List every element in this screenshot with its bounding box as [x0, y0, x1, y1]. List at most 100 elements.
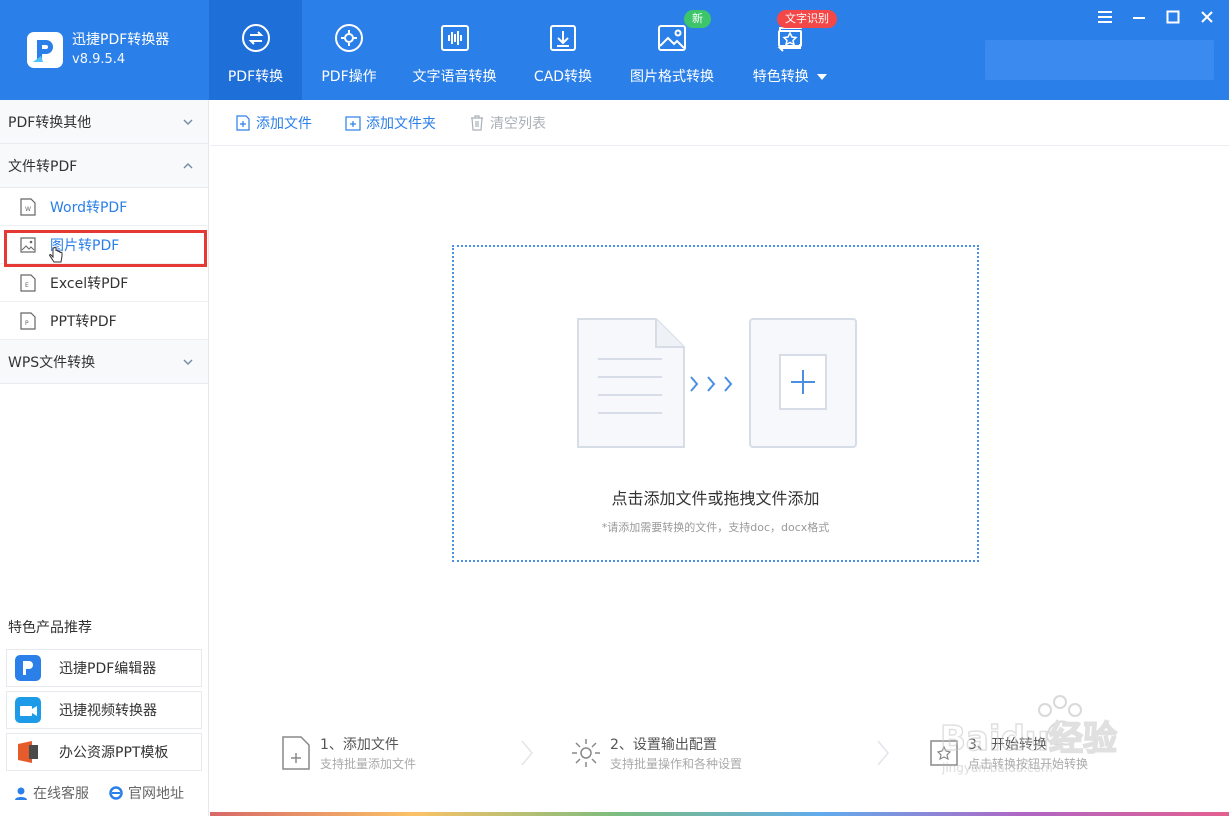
pdf-editor-icon: [15, 655, 41, 681]
app-logo-icon: [27, 32, 63, 68]
svg-text:W: W: [25, 206, 31, 213]
link-label: 官网地址: [128, 786, 184, 802]
tab-label: CAD转换: [533, 69, 593, 85]
svg-text:E: E: [25, 282, 29, 289]
customer-service-icon: [15, 787, 27, 800]
video-converter-icon: [15, 697, 41, 723]
promo-ppt-template[interactable]: 办公资源PPT模板: [6, 733, 202, 771]
main-nav: PDF转换 PDF操作 文字语音转换 CAD转换 图片格式转换 新 特色转换 文…: [209, 0, 849, 100]
sidebar-item-label: Excel转PDF: [50, 275, 129, 292]
sidebar-item-image-to-pdf[interactable]: 图片转PDF: [0, 226, 208, 264]
pdf-operate-icon: [335, 24, 363, 52]
baidu-watermark: Baidu经验 jingyan.baidu.com: [939, 690, 1170, 780]
tab-label: 图片格式转换: [630, 69, 714, 85]
step-sub: 支持批量添加文件: [320, 757, 417, 771]
promo-label: 迅捷视频转换器: [59, 703, 157, 719]
maximize-icon[interactable]: [1165, 8, 1181, 26]
header-bar: 迅捷PDF转换器 v8.9.5.4 PDF转换 PDF操作 文字语音转换 CAD…: [0, 0, 1229, 100]
minimize-icon[interactable]: [1131, 8, 1147, 26]
chevron-down-icon: [183, 358, 193, 365]
tab-label: 特色转换: [752, 66, 828, 86]
step-title: 1、添加文件: [320, 737, 399, 753]
brand: 迅捷PDF转换器 v8.9.5.4: [0, 0, 208, 100]
promo-video-converter[interactable]: 迅捷视频转换器: [6, 691, 202, 729]
sidebar-item-label: Word转PDF: [50, 199, 128, 216]
section-label: 文件转PDF: [8, 158, 78, 175]
file-to-add-illustration: [577, 318, 857, 448]
tab-text-voice[interactable]: 文字语音转换: [396, 0, 513, 100]
svg-text:P: P: [25, 320, 29, 327]
sidebar-item-word-to-pdf[interactable]: W Word转PDF: [0, 188, 208, 226]
trash-icon: [471, 114, 483, 131]
promo-title: 特色产品推荐: [8, 620, 92, 636]
tab-image-format[interactable]: 图片格式转换 新: [613, 0, 731, 100]
pdf-convert-icon: [241, 24, 270, 52]
audio-wave-icon: [440, 25, 469, 51]
ppt-template-icon: [18, 741, 38, 763]
sidebar-item-ppt-to-pdf[interactable]: P PPT转PDF: [0, 302, 208, 340]
image-file-icon: [20, 236, 36, 253]
watermark-text: Baidu经验: [940, 719, 1117, 759]
sidebar-item-label: PPT转PDF: [50, 313, 117, 330]
taskbar-edge: [210, 812, 1229, 816]
chevron-down-icon: [817, 74, 828, 80]
add-file-button[interactable]: 添加文件: [234, 113, 312, 133]
new-badge: 新: [684, 10, 711, 28]
sidebar-section-file-to-pdf[interactable]: 文件转PDF: [0, 144, 208, 188]
tab-label-text: 特色转换: [752, 69, 809, 85]
sidebar-item-excel-to-pdf[interactable]: E Excel转PDF: [0, 264, 208, 302]
tab-pdf-convert[interactable]: PDF转换: [209, 0, 302, 100]
promo-label: 迅捷PDF编辑器: [59, 661, 157, 677]
tab-cad[interactable]: CAD转换: [513, 0, 613, 100]
tab-label: PDF转换: [227, 69, 284, 85]
clear-list-label: 清空列表: [490, 115, 546, 132]
app-window: 迅捷PDF转换器 v8.9.5.4 PDF转换 PDF操作 文字语音转换 CAD…: [0, 0, 1229, 816]
step-sub: 支持批量操作和各种设置: [610, 757, 743, 771]
sidebar-footer-links: 在线客服 官网地址: [14, 783, 184, 803]
close-icon[interactable]: [1199, 8, 1215, 26]
sidebar: PDF转换其他 文件转PDF W Word转PDF 图片转PDF E Excel…: [0, 100, 209, 816]
baidu-paw-icon: Baidu经验 jingyan.baidu.com: [939, 695, 1118, 775]
step-title: 2、设置输出配置: [610, 737, 717, 753]
section-label: PDF转换其他: [8, 114, 92, 131]
step-settings: 2、设置输出配置 支持批量操作和各种设置: [570, 735, 742, 773]
chevron-up-icon: [183, 162, 193, 169]
add-file-icon: [236, 114, 250, 131]
tab-label: PDF操作: [321, 69, 377, 85]
file-dropzone[interactable]: 点击添加文件或拖拽文件添加 *请添加需要转换的文件，支持doc，docx格式: [452, 245, 979, 562]
ppt-file-icon: P: [20, 311, 36, 330]
sidebar-section-wps[interactable]: WPS文件转换: [0, 340, 208, 384]
tab-pdf-operate[interactable]: PDF操作: [302, 0, 396, 100]
promo-pdf-editor[interactable]: 迅捷PDF编辑器: [6, 649, 202, 687]
header-search-area[interactable]: [985, 40, 1214, 80]
online-service-link[interactable]: 在线客服: [14, 783, 89, 803]
chevron-down-icon: [183, 118, 193, 125]
promo-label: 办公资源PPT模板: [59, 745, 169, 761]
clear-list-button[interactable]: 清空列表: [468, 113, 546, 133]
word-file-icon: W: [20, 197, 36, 216]
chevron-right-icon: [877, 740, 889, 766]
add-file-icon: [282, 736, 310, 770]
app-version: v8.9.5.4: [72, 52, 126, 67]
dropzone-title: 点击添加文件或拖拽文件添加: [611, 489, 820, 508]
window-controls: [1097, 8, 1215, 26]
step-add-file: 1、添加文件 支持批量添加文件: [280, 735, 416, 773]
website-link[interactable]: 官网地址: [109, 783, 184, 803]
hand-cursor-icon: [49, 246, 63, 263]
dropzone-hint: *请添加需要转换的文件，支持doc，docx格式: [601, 521, 830, 534]
sidebar-section-pdf-other[interactable]: PDF转换其他: [0, 100, 208, 144]
section-label: WPS文件转换: [8, 354, 96, 371]
add-file-label: 添加文件: [256, 115, 312, 132]
tab-special[interactable]: 特色转换 文字识别: [731, 0, 849, 100]
add-folder-button[interactable]: 添加文件夹: [344, 113, 436, 133]
toolbar: 添加文件 添加文件夹 清空列表: [210, 100, 1229, 146]
ie-browser-icon: [109, 786, 123, 800]
chevron-right-icon: [521, 740, 533, 766]
link-label: 在线客服: [33, 786, 89, 802]
add-folder-icon: [345, 115, 361, 131]
cad-download-icon: [550, 25, 576, 51]
add-folder-label: 添加文件夹: [366, 115, 436, 132]
menu-icon[interactable]: [1097, 8, 1113, 26]
excel-file-icon: E: [20, 273, 36, 292]
tab-label: 文字语音转换: [412, 69, 497, 85]
